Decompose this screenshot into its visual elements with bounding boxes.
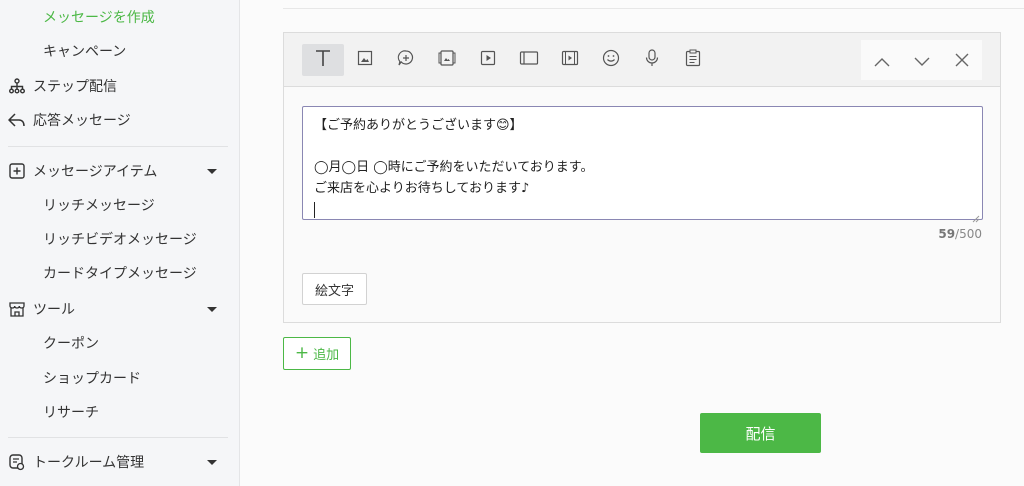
card-type-button[interactable] (513, 44, 545, 76)
chevron-down-icon (207, 460, 217, 465)
sidebar-item-label: カードタイプメッセージ (43, 266, 197, 282)
char-count: 59 (938, 227, 956, 241)
video-type-button[interactable] (472, 44, 504, 76)
sidebar-item-label: リッチメッセージ (43, 198, 155, 214)
sidebar-divider (8, 437, 228, 438)
sidebar-divider (8, 146, 228, 147)
chevron-down-icon (914, 52, 930, 71)
reply-icon (8, 111, 26, 129)
sidebar-item-card-message[interactable]: カードタイプメッセージ (0, 259, 239, 287)
coupon-icon (438, 49, 456, 71)
chevron-down-icon (207, 169, 217, 174)
shop-icon (8, 300, 26, 318)
sidebar-item-talk-room[interactable]: トークルーム管理 (0, 448, 239, 476)
character-counter: 59/500 (938, 227, 982, 241)
sidebar-item-label: リサーチ (43, 405, 99, 421)
sidebar-item-label: メッセージを作成 (43, 10, 155, 26)
voice-type-button[interactable] (636, 44, 668, 76)
message-editor: 【ご予約ありがとうございます😊】 ◯月◯日 ◯時にご予約をいただいております。 … (283, 32, 1001, 323)
sticker-type-button[interactable] (390, 44, 422, 76)
sidebar-item-research[interactable]: リサーチ (0, 398, 239, 426)
sidebar-item-shop-card[interactable]: ショップカード (0, 364, 239, 392)
sidebar-item-label: クーポン (43, 336, 99, 352)
close-icon (955, 52, 969, 71)
hierarchy-icon (8, 77, 26, 95)
sidebar-item-tools[interactable]: ツール (0, 295, 239, 323)
delete-message-button[interactable] (951, 50, 973, 72)
sticker-icon (397, 49, 415, 71)
message-line: ◯月◯日 ◯時にご予約をいただいております。 (314, 160, 594, 175)
sidebar-item-label: ショップカード (43, 371, 141, 387)
sidebar-item-auto-reply[interactable]: 応答メッセージ (0, 106, 239, 134)
section-divider (283, 8, 1024, 9)
sidebar-item-rich-video-message[interactable]: リッチビデオメッセージ (0, 225, 239, 253)
sidebar-item-label: 応答メッセージ (33, 113, 131, 129)
chevron-up-icon (874, 52, 890, 71)
sidebar-item-step-delivery[interactable]: ステップ配信 (0, 72, 239, 100)
toolbar-actions (861, 40, 982, 80)
add-label: 追加 (313, 348, 340, 363)
sidebar-item-message-items[interactable]: メッセージアイテム (0, 157, 239, 185)
video-icon (480, 50, 496, 70)
message-line: 【ご予約ありがとうございます😊】 (314, 118, 523, 133)
message-textarea[interactable]: 【ご予約ありがとうございます😊】 ◯月◯日 ◯時にご予約をいただいております。 … (302, 106, 983, 223)
plus-square-icon (8, 162, 26, 180)
rich-video-icon (561, 50, 579, 70)
sidebar-item-label: ツール (33, 302, 75, 318)
emoji-type-button[interactable] (595, 44, 627, 76)
editor-toolbar (284, 33, 1000, 87)
research-icon (685, 49, 701, 71)
send-button[interactable]: 配信 (700, 413, 821, 453)
sidebar-item-label: リッチビデオメッセージ (43, 232, 197, 248)
voice-icon (644, 49, 660, 71)
image-icon (357, 50, 373, 70)
emoji-icon (602, 49, 620, 71)
image-type-button[interactable] (349, 44, 381, 76)
char-limit: /500 (955, 227, 982, 241)
plus-icon: + (294, 343, 310, 363)
message-line: ご来店を心よりお待ちしております♪ (314, 181, 530, 196)
text-cursor (314, 199, 971, 220)
add-message-button[interactable]: + 追加 (283, 337, 351, 370)
sidebar-item-create-message[interactable]: メッセージを作成 (0, 3, 239, 31)
chat-settings-icon (8, 453, 26, 471)
emoji-button[interactable]: 絵文字 (302, 273, 367, 305)
sidebar-item-label: ステップ配信 (33, 79, 117, 95)
sidebar-item-label: メッセージアイテム (33, 164, 158, 180)
coupon-type-button[interactable] (431, 44, 463, 76)
rich-video-type-button[interactable] (554, 44, 586, 76)
card-icon (519, 50, 539, 70)
research-type-button[interactable] (677, 44, 709, 76)
sidebar-item-rich-message[interactable]: リッチメッセージ (0, 191, 239, 219)
chevron-down-icon (207, 307, 217, 312)
message-line (314, 136, 971, 157)
sidebar-item-campaign[interactable]: キャンペーン (0, 37, 239, 65)
sidebar: メッセージを作成 キャンペーン ステップ配信 応答メッセージ メッセージアイテム… (0, 0, 240, 486)
text-icon (314, 49, 332, 71)
sidebar-item-coupon[interactable]: クーポン (0, 329, 239, 357)
sidebar-item-label: トークルーム管理 (33, 455, 145, 471)
sidebar-item-label: キャンペーン (43, 44, 127, 60)
move-up-button[interactable] (871, 50, 893, 72)
resize-handle[interactable] (972, 209, 980, 223)
move-down-button[interactable] (911, 50, 933, 72)
text-type-button[interactable] (302, 44, 344, 76)
